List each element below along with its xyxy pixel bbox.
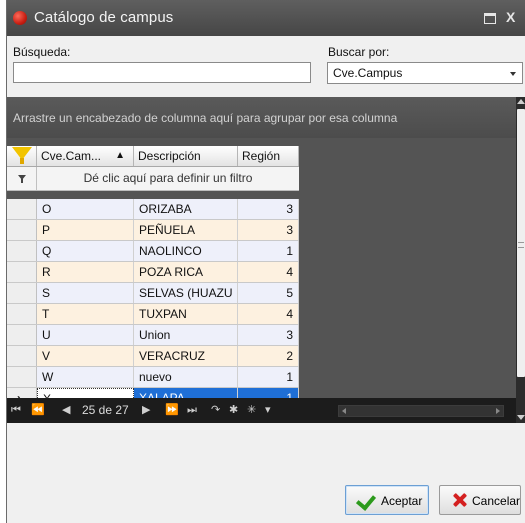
table-row[interactable]: U Union 3 (7, 325, 299, 346)
scroll-right-icon[interactable] (496, 408, 500, 414)
table-row[interactable]: T TUXPAN 4 (7, 304, 299, 325)
scroll-down-icon[interactable] (517, 415, 525, 420)
next-page-button[interactable]: ⏩ (165, 403, 179, 417)
row-indicator[interactable] (7, 241, 37, 261)
delete-record-button[interactable]: ✳ (247, 403, 256, 417)
filter-row[interactable]: Dé clic aquí para definir un filtro (7, 167, 299, 191)
last-record-button[interactable]: ⏭ (187, 403, 197, 417)
scroll-grip-icon (518, 242, 524, 248)
cell-cve[interactable]: O (37, 199, 134, 219)
scroll-thumb[interactable] (517, 109, 525, 377)
table-row[interactable]: S SELVAS (HUAZU 5 (7, 283, 299, 304)
vertical-scrollbar[interactable] (516, 97, 525, 423)
cell-cve[interactable]: S (37, 283, 134, 303)
row-indicator[interactable] (7, 304, 37, 324)
app-icon (13, 11, 27, 25)
cell-region[interactable]: 1 (238, 367, 299, 387)
scroll-left-icon[interactable] (342, 408, 346, 414)
horizontal-scrollbar[interactable] (338, 405, 504, 417)
cell-region[interactable]: 3 (238, 220, 299, 240)
cell-region[interactable]: 4 (238, 304, 299, 324)
search-by-select[interactable]: Cve.Campus (327, 62, 523, 84)
first-record-button[interactable]: ⏮ (11, 403, 21, 417)
checkmark-icon (355, 490, 377, 511)
row-indicator[interactable] (7, 199, 37, 219)
cell-region[interactable]: 3 (238, 325, 299, 345)
row-indicator[interactable] (7, 346, 37, 366)
row-indicator[interactable] (7, 283, 37, 303)
cell-descripcion[interactable]: ORIZABA (134, 199, 238, 219)
previous-page-button[interactable]: ⏪ (31, 403, 45, 417)
maximize-icon (484, 13, 496, 24)
cell-cve[interactable]: P (37, 220, 134, 240)
cell-region[interactable]: 3 (238, 199, 299, 219)
cell-cve[interactable]: Q (37, 241, 134, 261)
sort-ascending-icon: ▲ (115, 150, 125, 161)
campus-catalog-window: Catálogo de campus X Búsqueda: Buscar po… (6, 0, 525, 523)
funnel-stem (20, 158, 24, 164)
grid-header: Cve.Cam... ▲ Descripción Región (7, 146, 299, 167)
close-icon (452, 492, 468, 508)
chevron-down-icon (510, 72, 516, 76)
filter-icon-stem (21, 179, 23, 183)
record-counter: 25 de 27 (82, 403, 129, 417)
cell-cve[interactable]: U (37, 325, 134, 345)
search-label: Búsqueda: (13, 45, 71, 59)
filter-row-hint: Dé clic aquí para definir un filtro (83, 171, 253, 185)
filter-toggle-button[interactable] (7, 146, 37, 166)
window-title: Catálogo de campus (34, 9, 174, 26)
previous-record-button[interactable]: ◀ (62, 403, 71, 417)
column-header-cve[interactable]: Cve.Cam... ▲ (37, 146, 134, 166)
grid-rows: O ORIZABA 3 P PEÑUELA 3 Q NAOLINCO 1 R P… (7, 199, 299, 409)
table-row[interactable]: P PEÑUELA 3 (7, 220, 299, 241)
cell-descripcion[interactable]: SELVAS (HUAZU (134, 283, 238, 303)
maximize-button[interactable] (484, 8, 496, 28)
close-button[interactable]: X (506, 8, 515, 26)
cell-region[interactable]: 5 (238, 283, 299, 303)
table-row[interactable]: Q NAOLINCO 1 (7, 241, 299, 262)
cell-region[interactable]: 1 (238, 241, 299, 261)
group-by-hint: Arrastre un encabezado de columna aquí p… (13, 111, 398, 125)
next-record-button[interactable]: ▶ (142, 403, 151, 417)
cell-descripcion[interactable]: nuevo (134, 367, 238, 387)
table-row[interactable]: V VERACRUZ 2 (7, 346, 299, 367)
cell-descripcion[interactable]: TUXPAN (134, 304, 238, 324)
filter-button[interactable]: ▾ (265, 403, 270, 417)
table-row[interactable]: O ORIZABA 3 (7, 199, 299, 220)
row-indicator[interactable] (7, 367, 37, 387)
refresh-button[interactable]: ↷ (211, 403, 220, 417)
column-header-descripcion[interactable]: Descripción (134, 146, 238, 166)
search-by-value: Cve.Campus (333, 66, 403, 80)
cell-region[interactable]: 2 (238, 346, 299, 366)
row-indicator[interactable] (7, 262, 37, 282)
accept-button-label: Aceptar (381, 494, 423, 508)
insert-record-button[interactable]: ✱ (229, 403, 238, 417)
cell-descripcion[interactable]: VERACRUZ (134, 346, 238, 366)
group-by-panel[interactable]: Arrastre un encabezado de columna aquí p… (7, 97, 516, 138)
search-by-label: Buscar por: (328, 45, 390, 59)
accept-button[interactable]: Aceptar (345, 485, 429, 515)
table-row[interactable]: R POZA RICA 4 (7, 262, 299, 283)
row-indicator[interactable] (7, 325, 37, 345)
title-bar[interactable]: Catálogo de campus X (7, 0, 525, 36)
cancel-button-label: Cancelar (472, 494, 521, 508)
cancel-button[interactable]: Cancelar (439, 485, 521, 515)
cell-cve[interactable]: R (37, 262, 134, 282)
cell-region[interactable]: 4 (238, 262, 299, 282)
table-row[interactable]: W nuevo 1 (7, 367, 299, 388)
cell-descripcion[interactable]: NAOLINCO (134, 241, 238, 261)
cell-descripcion[interactable]: POZA RICA (134, 262, 238, 282)
column-header-cve-label: Cve.Cam... (41, 149, 102, 163)
cell-descripcion[interactable]: PEÑUELA (134, 220, 238, 240)
cell-cve[interactable]: V (37, 346, 134, 366)
search-input[interactable] (13, 62, 311, 83)
filter-row-indicator (7, 167, 37, 190)
cell-cve[interactable]: W (37, 367, 134, 387)
column-header-region[interactable]: Región (238, 146, 299, 166)
scroll-up-icon[interactable] (517, 99, 525, 104)
row-indicator[interactable] (7, 220, 37, 240)
cell-cve[interactable]: T (37, 304, 134, 324)
cell-descripcion[interactable]: Union (134, 325, 238, 345)
